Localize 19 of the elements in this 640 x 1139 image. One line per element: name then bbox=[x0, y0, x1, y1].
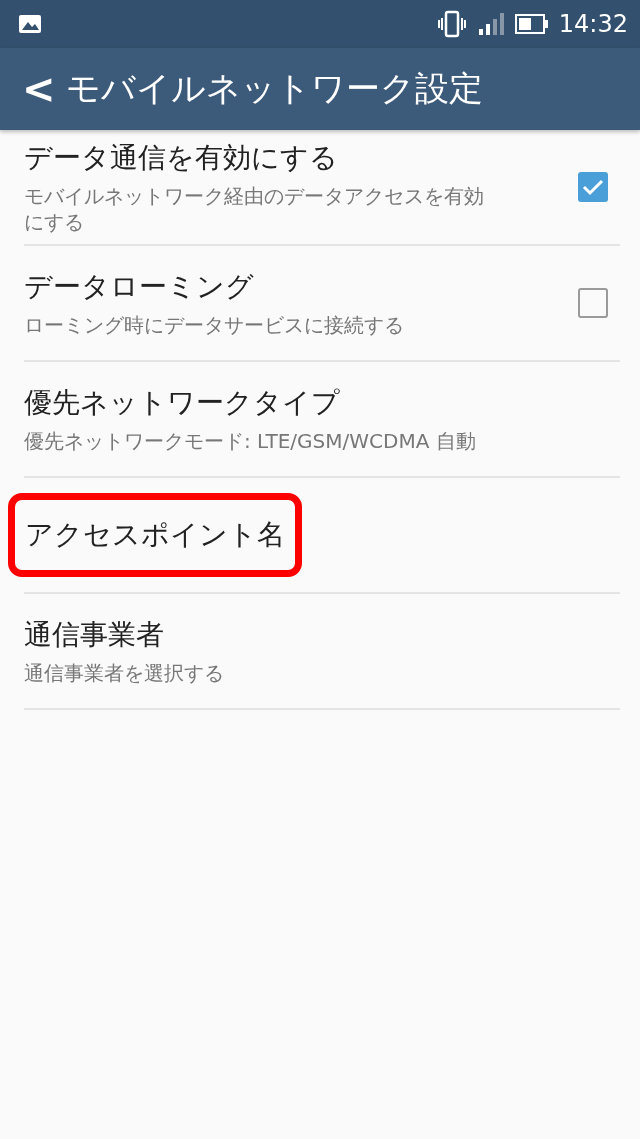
checkbox[interactable] bbox=[578, 172, 608, 202]
screen-title: モバイルネットワーク設定 bbox=[65, 67, 483, 110]
setting-description: モバイルネットワーク経由のデータアクセスを有効にする bbox=[24, 183, 484, 235]
vibrate-icon bbox=[436, 10, 467, 38]
setting-title: 優先ネットワークタイプ bbox=[24, 385, 341, 421]
setting-description: ローミング時にデータサービスに接続する bbox=[24, 312, 405, 338]
back-button[interactable]: < bbox=[18, 66, 60, 112]
battery-icon bbox=[514, 13, 549, 35]
setting-title: データ通信を有効にする bbox=[24, 140, 339, 176]
setting-title: データローミング bbox=[24, 269, 255, 305]
image-icon bbox=[18, 14, 42, 34]
setting-description: 通信事業者を選択する bbox=[24, 660, 225, 686]
setting-description: 優先ネットワークモード: LTE/GSM/WCDMA 自動 bbox=[24, 428, 477, 454]
setting-title: アクセスポイント名 bbox=[25, 518, 285, 551]
checkbox[interactable] bbox=[578, 288, 608, 318]
signal-icon bbox=[476, 11, 505, 37]
check-icon bbox=[582, 178, 604, 196]
setting-title: 通信事業者 bbox=[24, 617, 165, 653]
clock: 14:32 bbox=[558, 10, 628, 38]
